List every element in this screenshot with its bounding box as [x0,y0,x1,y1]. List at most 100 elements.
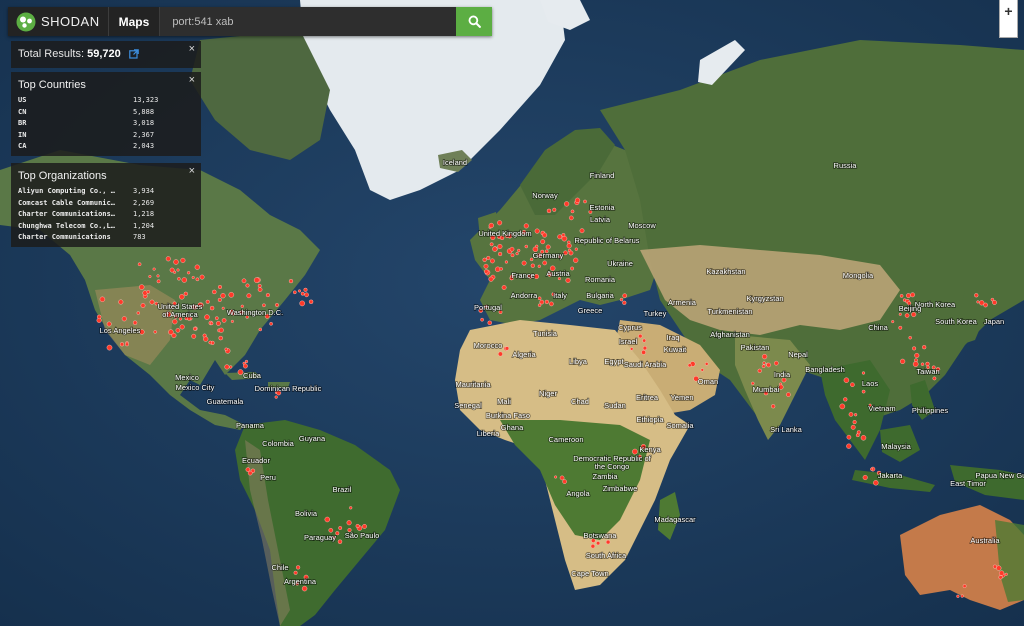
result-marker[interactable] [910,292,915,298]
result-marker[interactable] [221,318,227,323]
result-marker[interactable] [168,329,174,335]
result-marker[interactable] [149,299,155,305]
result-marker[interactable] [861,389,866,394]
result-marker[interactable] [242,363,248,369]
result-marker[interactable] [757,368,762,373]
result-marker[interactable] [891,320,895,324]
result-marker[interactable] [296,565,301,570]
result-marker[interactable] [771,404,776,409]
result-marker[interactable] [539,299,545,305]
result-marker[interactable] [203,336,209,342]
result-marker[interactable] [137,262,142,267]
result-marker[interactable] [362,524,367,529]
result-marker[interactable] [492,246,498,252]
result-marker[interactable] [549,301,554,307]
result-marker[interactable] [187,271,191,275]
result-marker[interactable] [908,336,912,340]
result-marker[interactable] [774,360,779,366]
result-marker[interactable] [176,268,180,272]
result-marker[interactable] [172,319,178,325]
result-marker[interactable] [570,209,575,214]
result-marker[interactable] [537,303,542,307]
result-marker[interactable] [497,243,503,249]
result-marker[interactable] [700,368,704,372]
result-marker[interactable] [992,564,997,569]
result-marker[interactable] [563,250,568,256]
result-marker[interactable] [537,296,542,301]
result-marker[interactable] [132,320,138,325]
country-row[interactable]: BR 3,018 [18,118,195,130]
result-marker[interactable] [899,294,904,298]
result-marker[interactable] [563,201,570,207]
result-marker[interactable] [537,264,541,268]
result-marker[interactable] [565,277,571,283]
country-row[interactable]: US 13,323 [18,95,195,107]
result-marker[interactable] [524,244,528,249]
result-marker[interactable] [140,303,146,308]
result-marker[interactable] [976,300,980,304]
result-marker[interactable] [504,260,508,264]
result-marker[interactable] [146,290,151,294]
result-marker[interactable] [848,412,854,417]
result-marker[interactable] [642,338,647,343]
organization-row[interactable]: Charter Communications 783 [18,232,195,244]
result-marker[interactable] [542,260,548,266]
result-marker[interactable] [914,353,920,359]
result-marker[interactable] [898,312,902,316]
result-marker[interactable] [932,376,937,381]
result-marker[interactable] [998,570,1005,576]
result-marker[interactable] [486,256,491,261]
result-marker[interactable] [504,346,510,351]
result-marker[interactable] [870,467,874,471]
result-marker[interactable] [542,232,548,238]
result-marker[interactable] [269,321,273,326]
result-marker[interactable] [956,594,960,598]
result-marker[interactable] [194,264,200,270]
result-marker[interactable] [488,276,494,282]
result-marker[interactable] [561,233,566,237]
result-marker[interactable] [998,575,1003,580]
result-marker[interactable] [489,242,494,247]
zoom-in-button[interactable]: + [999,0,1018,38]
result-marker[interactable] [570,266,574,271]
result-marker[interactable] [579,228,585,234]
result-marker[interactable] [165,256,171,262]
result-marker[interactable] [349,506,353,510]
result-marker[interactable] [566,243,572,249]
result-marker[interactable] [338,526,343,530]
result-marker[interactable] [487,320,492,325]
result-marker[interactable] [534,228,540,234]
result-marker[interactable] [843,397,848,402]
result-marker[interactable] [619,297,624,302]
result-marker[interactable] [169,267,175,273]
result-marker[interactable] [181,277,188,283]
result-marker[interactable] [778,384,784,390]
result-marker[interactable] [761,364,766,369]
result-marker[interactable] [846,443,852,449]
result-marker[interactable] [495,266,501,272]
result-marker[interactable] [979,300,985,306]
result-marker[interactable] [573,257,579,263]
result-marker[interactable] [192,326,197,331]
result-marker[interactable] [152,267,156,271]
result-marker[interactable] [925,361,930,366]
result-marker[interactable] [138,284,145,290]
result-marker[interactable] [544,299,549,304]
result-marker[interactable] [125,342,129,347]
result-marker[interactable] [562,479,567,484]
result-marker[interactable] [622,293,628,299]
result-marker[interactable] [156,279,161,284]
result-marker[interactable] [853,413,858,417]
result-marker[interactable] [208,340,213,345]
result-marker[interactable] [257,283,262,288]
search-button[interactable] [456,7,492,36]
result-marker[interactable] [241,278,247,284]
result-marker[interactable] [860,435,867,441]
result-marker[interactable] [762,361,766,365]
country-row[interactable]: CN 5,888 [18,107,195,119]
result-marker[interactable] [583,199,587,204]
external-link-icon[interactable] [129,49,139,59]
result-marker[interactable] [843,377,850,383]
result-marker[interactable] [523,223,529,229]
country-row[interactable]: IN 2,367 [18,130,195,142]
